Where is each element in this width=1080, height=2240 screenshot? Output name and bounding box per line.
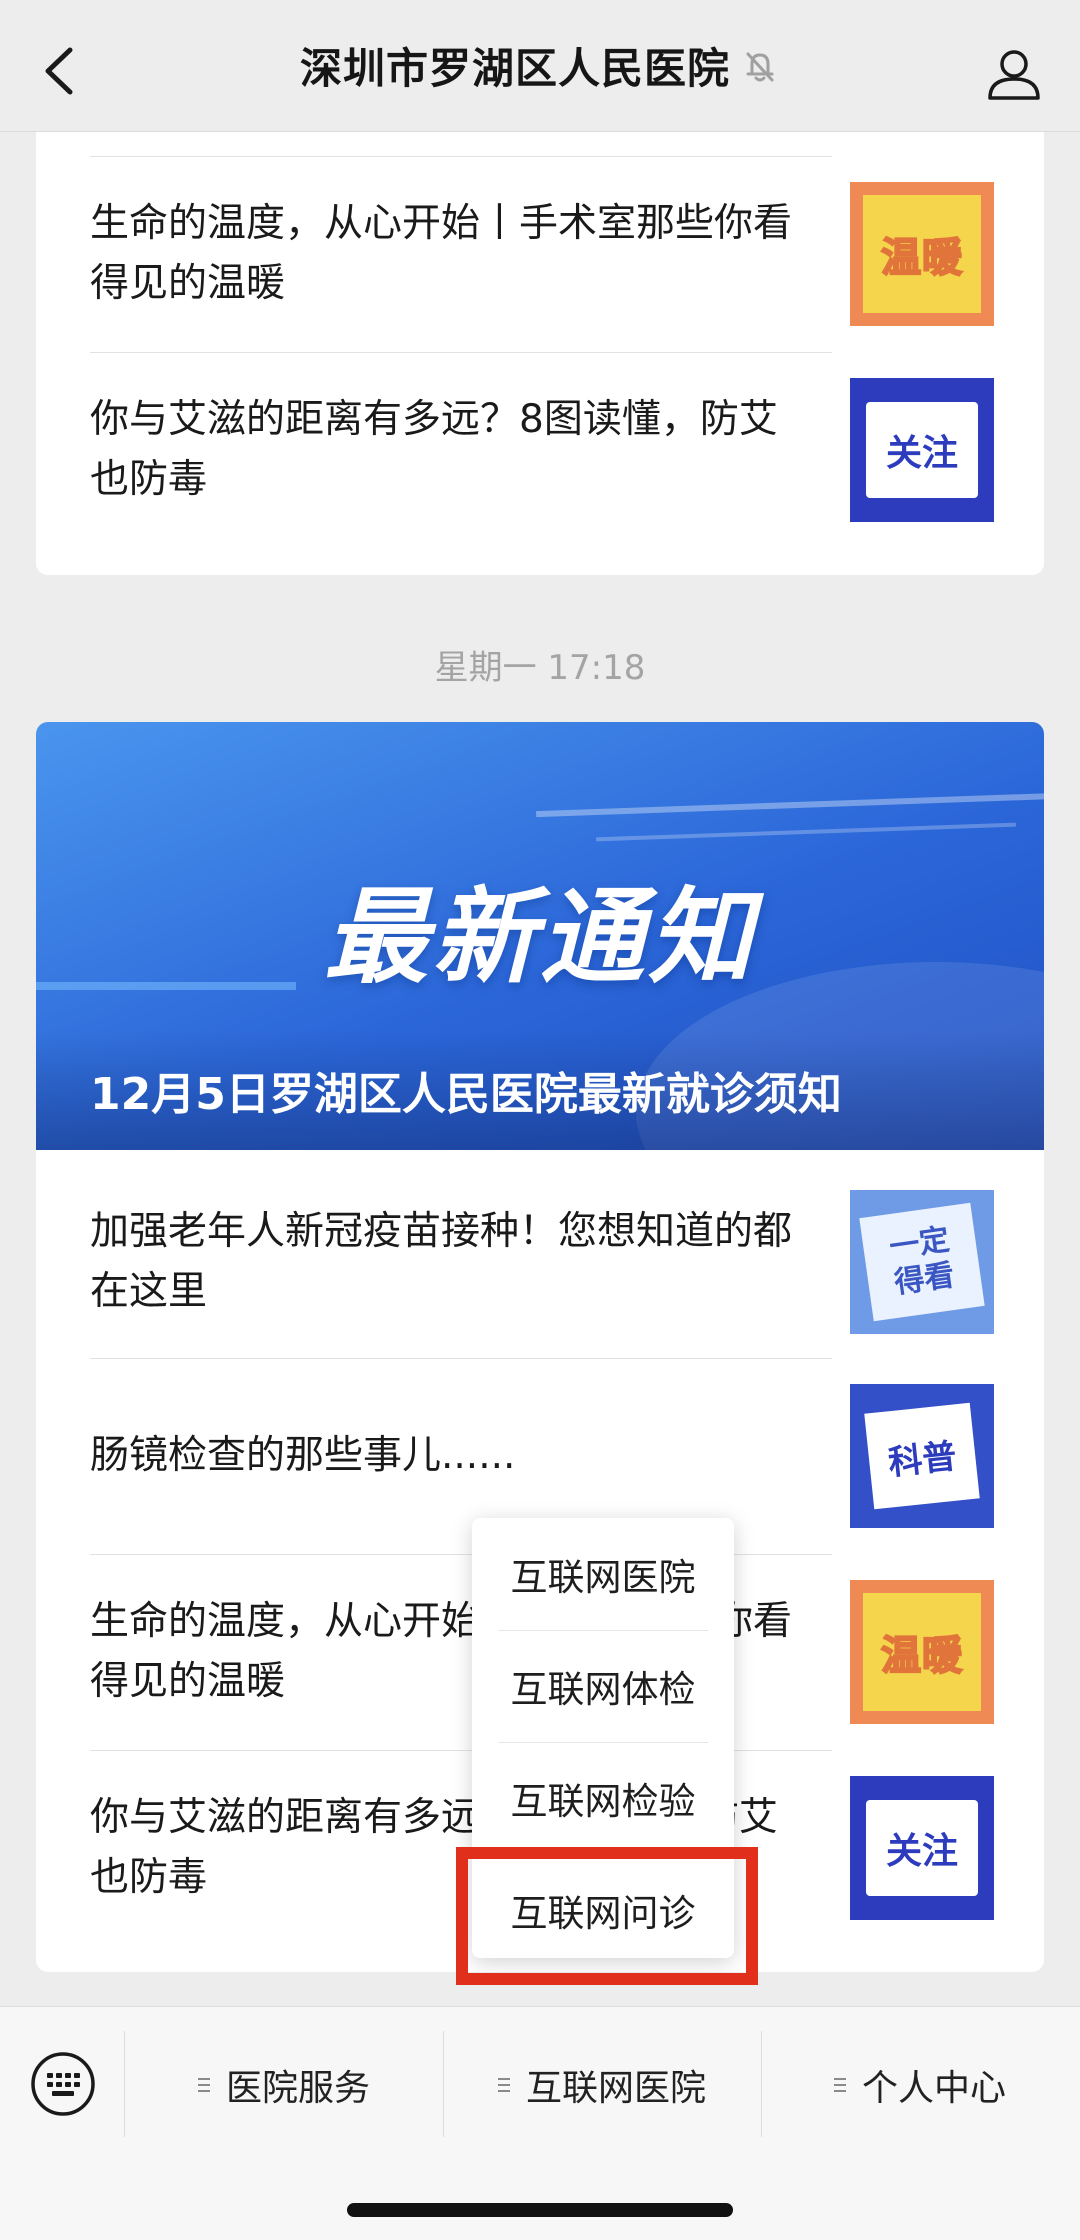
banner-decoration [596, 822, 1016, 842]
banner-caption: 12月5日罗湖区人民医院最新就诊须知 [90, 1069, 842, 1120]
article-title: 你与艾滋的距离有多远？8图读懂，防艾也防毒 [90, 397, 778, 502]
mute-bell-icon [746, 52, 774, 81]
profile-icon[interactable] [986, 46, 1042, 102]
thumbnail-label: 关注 [885, 433, 958, 474]
back-button[interactable] [40, 46, 80, 96]
divider [90, 1358, 832, 1359]
home-indicator[interactable] [347, 2203, 733, 2217]
article-thumbnail: 关注 [850, 1776, 994, 1920]
menu-internet-hospital[interactable]: 互联网医院 [444, 2037, 760, 2133]
menu-hospital-services[interactable]: 医院服务 [126, 2037, 442, 2133]
article-item[interactable]: 生命的温度，从心开始丨手术室那些你看得见的温暖 温暖 [90, 182, 994, 326]
article-thumbnail: 温暖 [850, 1580, 994, 1724]
back-arrow-icon [45, 47, 73, 95]
thumbnail-label: 关注 [885, 1831, 958, 1872]
menu-divider [124, 2031, 125, 2137]
article-thumbnail: 关注 [850, 378, 994, 522]
menu-label: 互联网医院 [525, 2068, 706, 2109]
article-thumbnail: 一定 得看 [850, 1190, 994, 1334]
menu-label: 医院服务 [225, 2068, 370, 2109]
article-card-top: 生命的温度，从心开始丨手术室那些你看得见的温暖 温暖 你与艾滋的距离有多远？8图… [36, 100, 1044, 575]
article-item[interactable]: 加强老年人新冠疫苗接种！您想知道的都在这里 一定 得看 [90, 1190, 994, 1334]
submenu-item-internet-consultation[interactable]: 互联网问诊 [472, 1854, 734, 1966]
chat-header: 深圳市罗湖区人民医院 [0, 0, 1080, 132]
divider [90, 156, 832, 157]
article-title: 加强老年人新冠疫苗接种！您想知道的都在这里 [90, 1209, 793, 1314]
title-wrap: 深圳市罗湖区人民医院 [300, 35, 780, 96]
menu-list-icon [833, 2076, 848, 2094]
menu-personal-center[interactable]: 个人中心 [762, 2037, 1078, 2133]
menu-list-icon [497, 2076, 512, 2094]
submenu-item-internet-hospital[interactable]: 互联网医院 [472, 1518, 734, 1630]
menu-list-icon [197, 2076, 212, 2094]
thumbnail-label: 温暖 [880, 1632, 963, 1680]
headline-banner[interactable]: 最新通知 12月5日罗湖区人民医院最新就诊须知 [36, 722, 1044, 1150]
keyboard-toggle-icon[interactable] [30, 2051, 96, 2117]
article-thumbnail: 科普 [850, 1384, 994, 1528]
page-title: 深圳市罗湖区人民医院 [299, 44, 730, 93]
message-timestamp: 星期一 17:18 [434, 648, 646, 688]
article-title: 生命的温度，从心开始丨手术室那些你看得见的温暖 [90, 201, 793, 306]
banner-headline-text: 最新通知 [323, 876, 756, 998]
divider [90, 352, 832, 353]
thumbnail-label: 科普 [886, 1436, 959, 1483]
banner-decoration [536, 792, 1044, 818]
article-thumbnail: 温暖 [850, 182, 994, 326]
article-title: 肠镜检查的那些事儿...... [90, 1433, 516, 1478]
thumbnail-label: 温暖 [880, 234, 963, 282]
submenu-item-internet-checkup[interactable]: 互联网体检 [472, 1630, 734, 1742]
thumbnail-label: 一定 得看 [887, 1222, 957, 1301]
submenu-item-internet-lab-test[interactable]: 互联网检验 [472, 1742, 734, 1854]
article-item[interactable]: 肠镜检查的那些事儿...... 科普 [90, 1384, 994, 1528]
article-item[interactable]: 你与艾滋的距离有多远？8图读懂，防艾也防毒 关注 [90, 378, 994, 522]
menu-label: 个人中心 [861, 2068, 1006, 2109]
submenu-popup: 互联网医院 互联网体检 互联网检验 互联网问诊 [472, 1518, 734, 1958]
